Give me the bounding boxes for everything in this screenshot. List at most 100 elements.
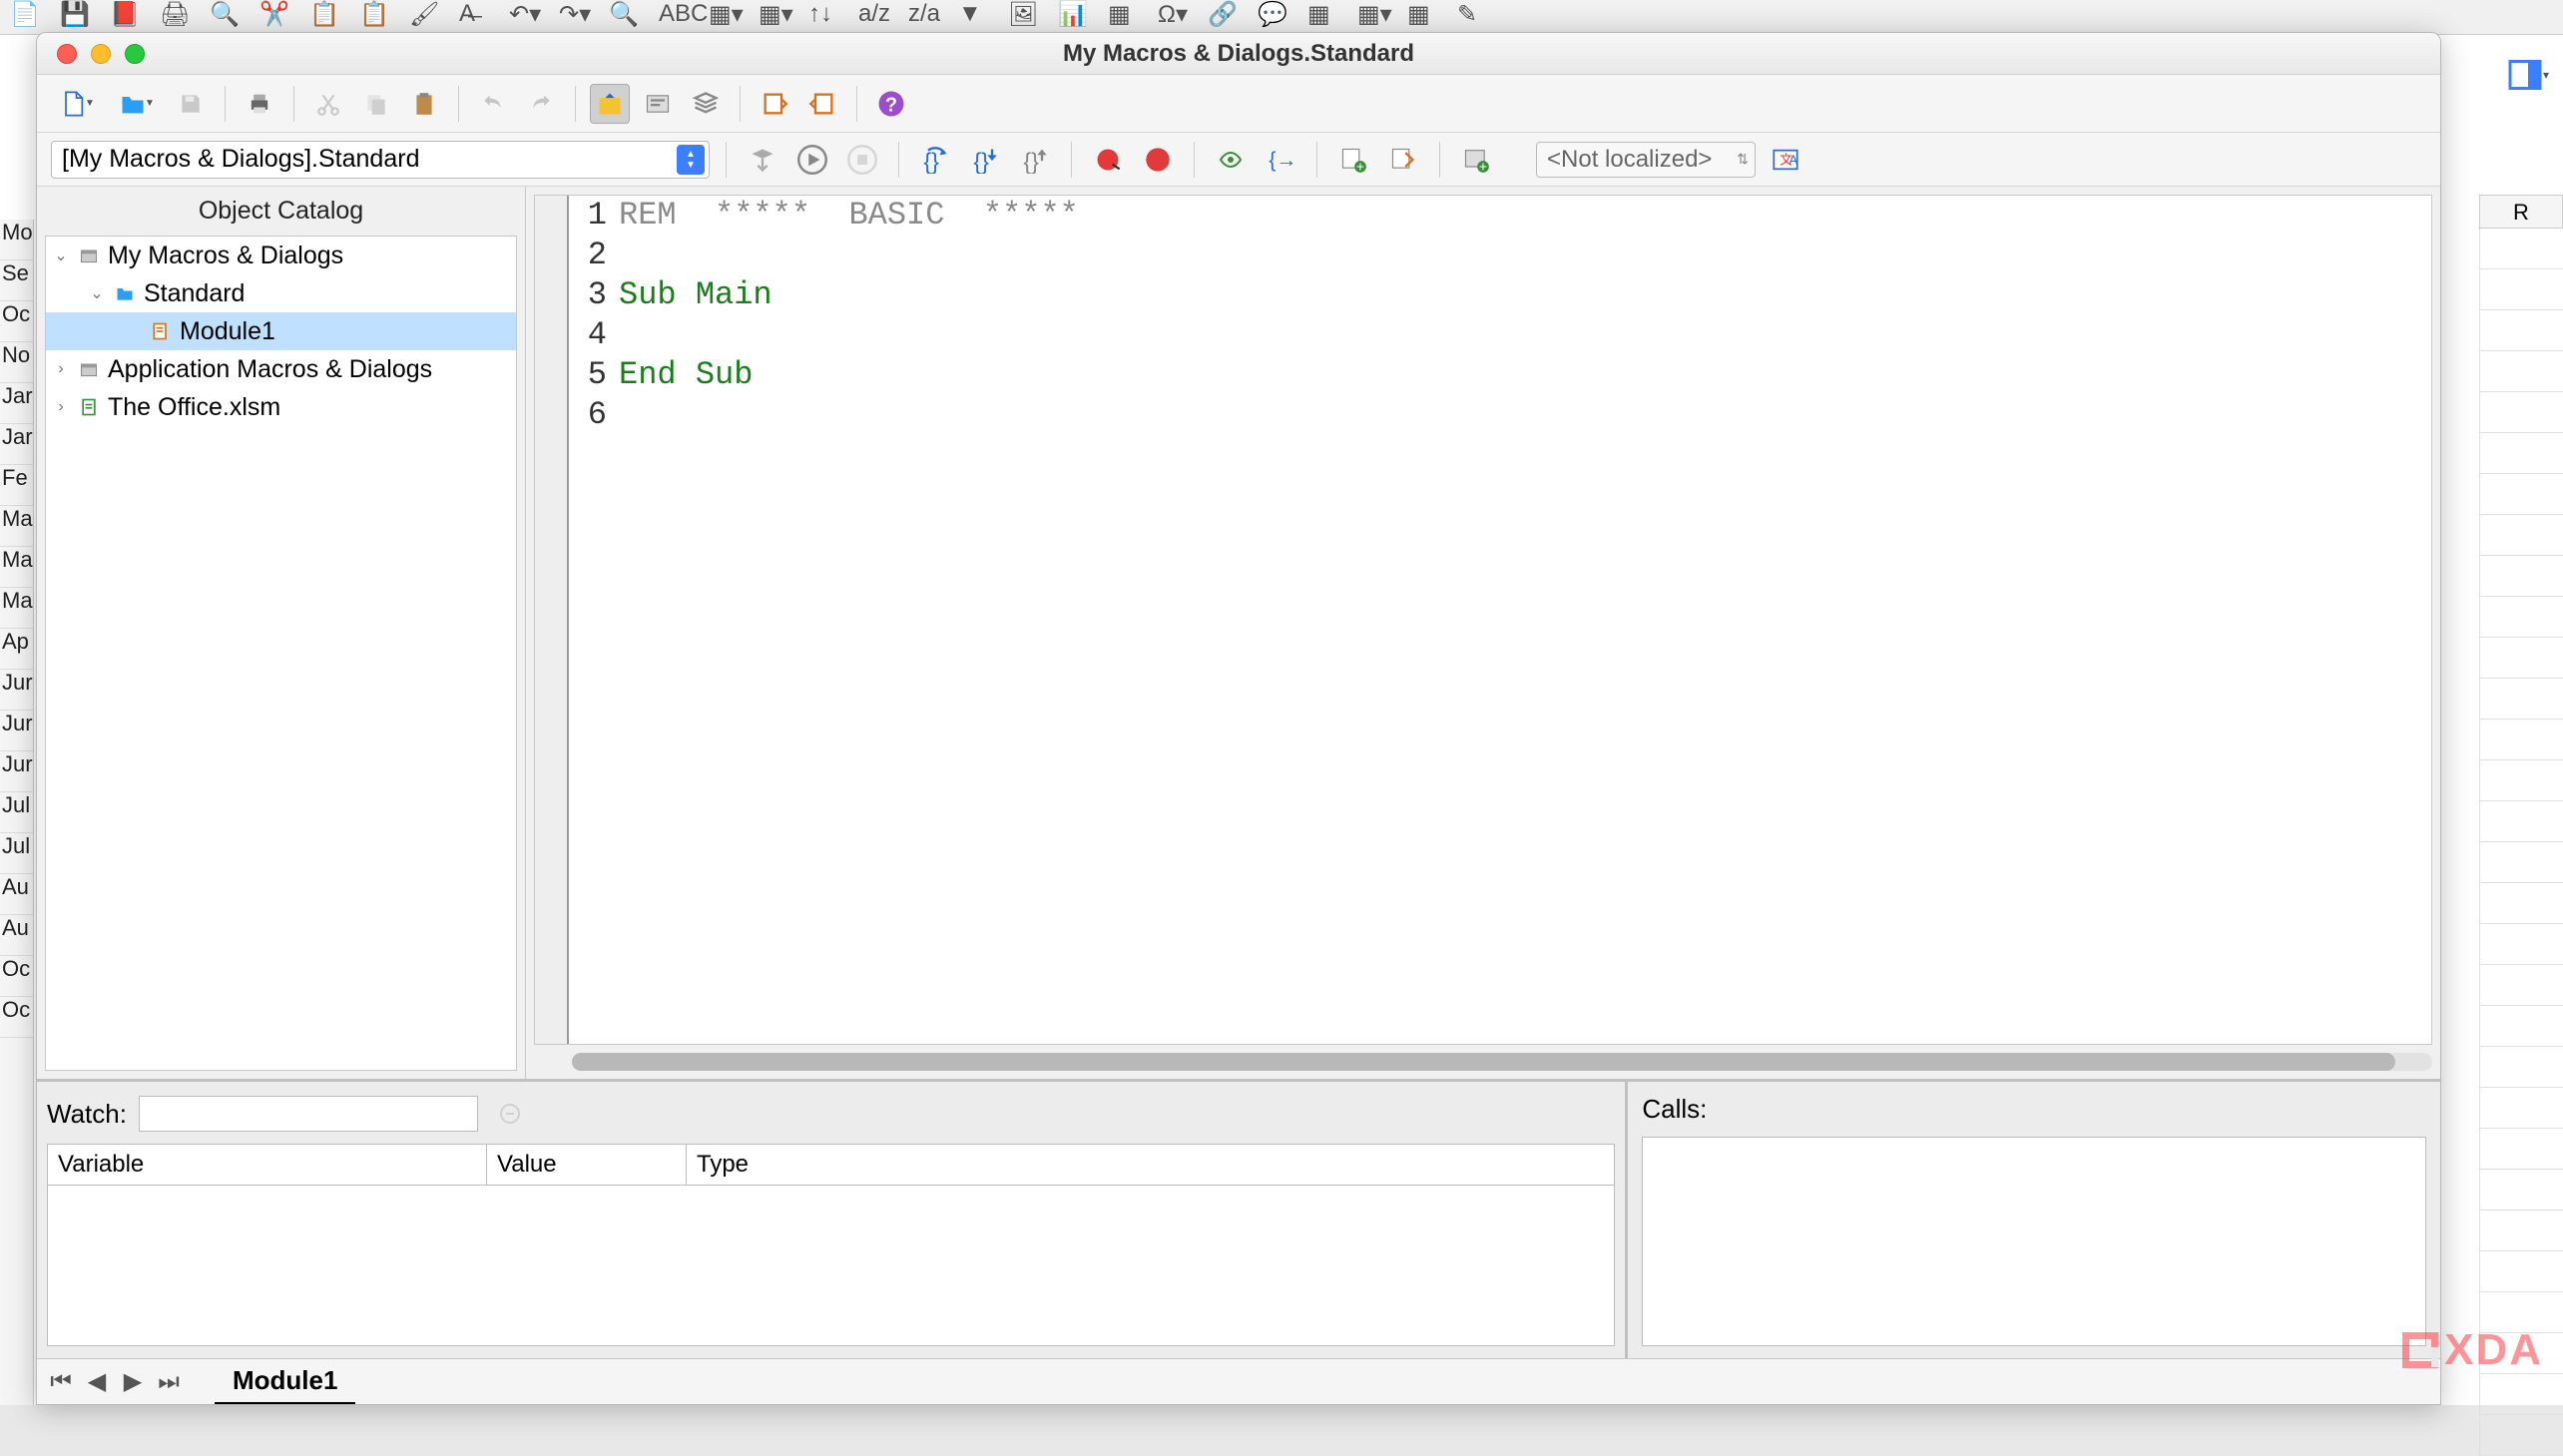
- select-macro-button[interactable]: [638, 84, 678, 124]
- save-icon: [178, 91, 204, 117]
- bg-row-header: Se: [0, 260, 33, 301]
- tree-item-label: Standard: [144, 279, 245, 308]
- step-out-button[interactable]: {}: [1015, 140, 1055, 180]
- copy-button[interactable]: [356, 84, 396, 124]
- new-button[interactable]: ▼: [51, 84, 103, 124]
- import-dialog-button[interactable]: [755, 84, 794, 124]
- bg-sortaz-icon: a/z: [858, 0, 890, 18]
- bg-new-icon: 📄▾: [10, 0, 42, 18]
- code-line[interactable]: [619, 395, 2431, 435]
- maximize-window-button[interactable]: [125, 44, 145, 64]
- step-into-button[interactable]: {}: [965, 140, 1005, 180]
- tab-last-button[interactable]: ⏭: [155, 1368, 183, 1396]
- tree-item-selected[interactable]: Module1: [46, 312, 516, 350]
- manage-language-button[interactable]: 文A: [1766, 140, 1805, 180]
- module-icon: [148, 320, 174, 342]
- bg-row-header: Ap: [0, 629, 33, 670]
- folder-icon: [112, 282, 138, 304]
- save-button[interactable]: [171, 84, 211, 124]
- tree-item[interactable]: ⌄My Macros & Dialogs: [46, 237, 516, 274]
- manage-breakpoints-button[interactable]: [1138, 140, 1178, 180]
- code-line[interactable]: End Sub: [619, 355, 2431, 395]
- eye-icon: [1216, 148, 1246, 172]
- combo-stepper-icon[interactable]: ▲▼: [677, 145, 705, 175]
- remove-watch-button[interactable]: [490, 1094, 530, 1134]
- col-value[interactable]: Value: [487, 1145, 687, 1185]
- code-line[interactable]: Sub Main: [619, 275, 2431, 315]
- print-button[interactable]: [240, 84, 279, 124]
- tree-item[interactable]: ›The Office.xlsm: [46, 388, 516, 426]
- close-window-button[interactable]: [57, 44, 77, 64]
- calls-list[interactable]: [1642, 1137, 2426, 1346]
- brackets-icon: {→}: [1266, 146, 1295, 174]
- language-selector[interactable]: <Not localized> ⇅: [1536, 142, 1756, 178]
- cut-button[interactable]: [308, 84, 348, 124]
- bg-row-header: Jar: [0, 424, 33, 465]
- svg-text:{}: {}: [1023, 148, 1039, 174]
- find-brackets-button[interactable]: {→}: [1261, 140, 1300, 180]
- insert-source-button[interactable]: +: [1333, 140, 1373, 180]
- chevron-down-icon[interactable]: ⌄: [88, 283, 106, 303]
- bg-find-icon: 🔍: [609, 0, 641, 18]
- main-toolbar: ▼ ▼: [37, 75, 2440, 133]
- tree-item[interactable]: › Application Macros & Dialogs: [46, 350, 516, 388]
- bg-row-header: Jul: [0, 792, 33, 833]
- minimize-window-button[interactable]: [91, 44, 111, 64]
- bg-sidebar-icon[interactable]: ▾: [2493, 40, 2563, 110]
- doc-icon: [76, 396, 102, 418]
- help-button[interactable]: ?: [871, 84, 911, 124]
- step-over-button[interactable]: {}: [915, 140, 955, 180]
- modules-button[interactable]: [686, 84, 726, 124]
- tab-first-button[interactable]: ⏮: [47, 1368, 75, 1396]
- code-line[interactable]: [619, 315, 2431, 355]
- chevron-right-icon[interactable]: ›: [52, 398, 70, 416]
- code-text[interactable]: REM ***** BASIC ***** Sub Main End Sub: [615, 196, 2431, 1044]
- remove-icon: [498, 1102, 522, 1126]
- tree-item[interactable]: ⌄ Standard: [46, 274, 516, 312]
- localized-text: <Not localized>: [1547, 146, 1712, 174]
- window-title: My Macros & Dialogs.Standard: [37, 40, 2440, 68]
- catalog-tree[interactable]: ⌄My Macros & Dialogs⌄StandardModule1›App…: [45, 236, 517, 1071]
- chevron-down-icon[interactable]: ⌄: [52, 245, 70, 265]
- undo-button[interactable]: [473, 84, 513, 124]
- col-variable[interactable]: Variable: [48, 1145, 487, 1185]
- stop-button[interactable]: [842, 140, 882, 180]
- code-line[interactable]: REM ***** BASIC *****: [619, 196, 2431, 236]
- line-number: 4: [569, 315, 607, 355]
- export-dialog-button[interactable]: [802, 84, 842, 124]
- chevron-right-icon[interactable]: ›: [52, 360, 70, 378]
- open-button[interactable]: ▼: [111, 84, 163, 124]
- stack-icon: [692, 90, 720, 118]
- bg-clear-icon: A̶: [459, 0, 491, 18]
- breakpoint-button[interactable]: [1088, 140, 1128, 180]
- watch-table[interactable]: Variable Value Type: [47, 1144, 1615, 1346]
- module-tab[interactable]: Module1: [215, 1359, 355, 1405]
- module-tab-bar: ⏮ ◀ ▶ ⏭ Module1: [37, 1358, 2440, 1404]
- export-icon: [808, 90, 836, 118]
- help-icon: ?: [876, 89, 906, 119]
- save-source-button[interactable]: [1383, 140, 1423, 180]
- bg-row-headers: MoSeOcNoJarJarFeMaMaMaApJurJurJurJulJulA…: [0, 220, 34, 1405]
- redo-icon: [527, 91, 555, 117]
- col-type[interactable]: Type: [687, 1145, 1614, 1185]
- step-over-icon: {}: [920, 146, 950, 174]
- object-catalog-button[interactable]: [590, 84, 630, 124]
- watch-input[interactable]: [139, 1096, 478, 1132]
- library-selector[interactable]: [My Macros & Dialogs].Standard ▲▼: [51, 141, 710, 179]
- tab-prev-button[interactable]: ◀: [83, 1368, 111, 1396]
- import-basic-button[interactable]: +: [1456, 140, 1496, 180]
- redo-button[interactable]: [521, 84, 561, 124]
- horizontal-scrollbar[interactable]: [572, 1053, 2432, 1071]
- bg-header-icon: ▦: [1307, 0, 1339, 18]
- code-line[interactable]: [619, 236, 2431, 275]
- breakpoint-gutter[interactable]: [535, 196, 569, 1044]
- code-editor[interactable]: 123456 REM ***** BASIC ***** Sub Main En…: [534, 195, 2432, 1045]
- play-icon: [797, 145, 827, 175]
- traffic-lights: [37, 44, 145, 64]
- paste-button[interactable]: [404, 84, 444, 124]
- compile-button[interactable]: [743, 140, 782, 180]
- tab-next-button[interactable]: ▶: [119, 1368, 147, 1396]
- watch-button[interactable]: [1211, 140, 1251, 180]
- tree-item-label: Application Macros & Dialogs: [108, 355, 432, 384]
- run-button[interactable]: [792, 140, 832, 180]
